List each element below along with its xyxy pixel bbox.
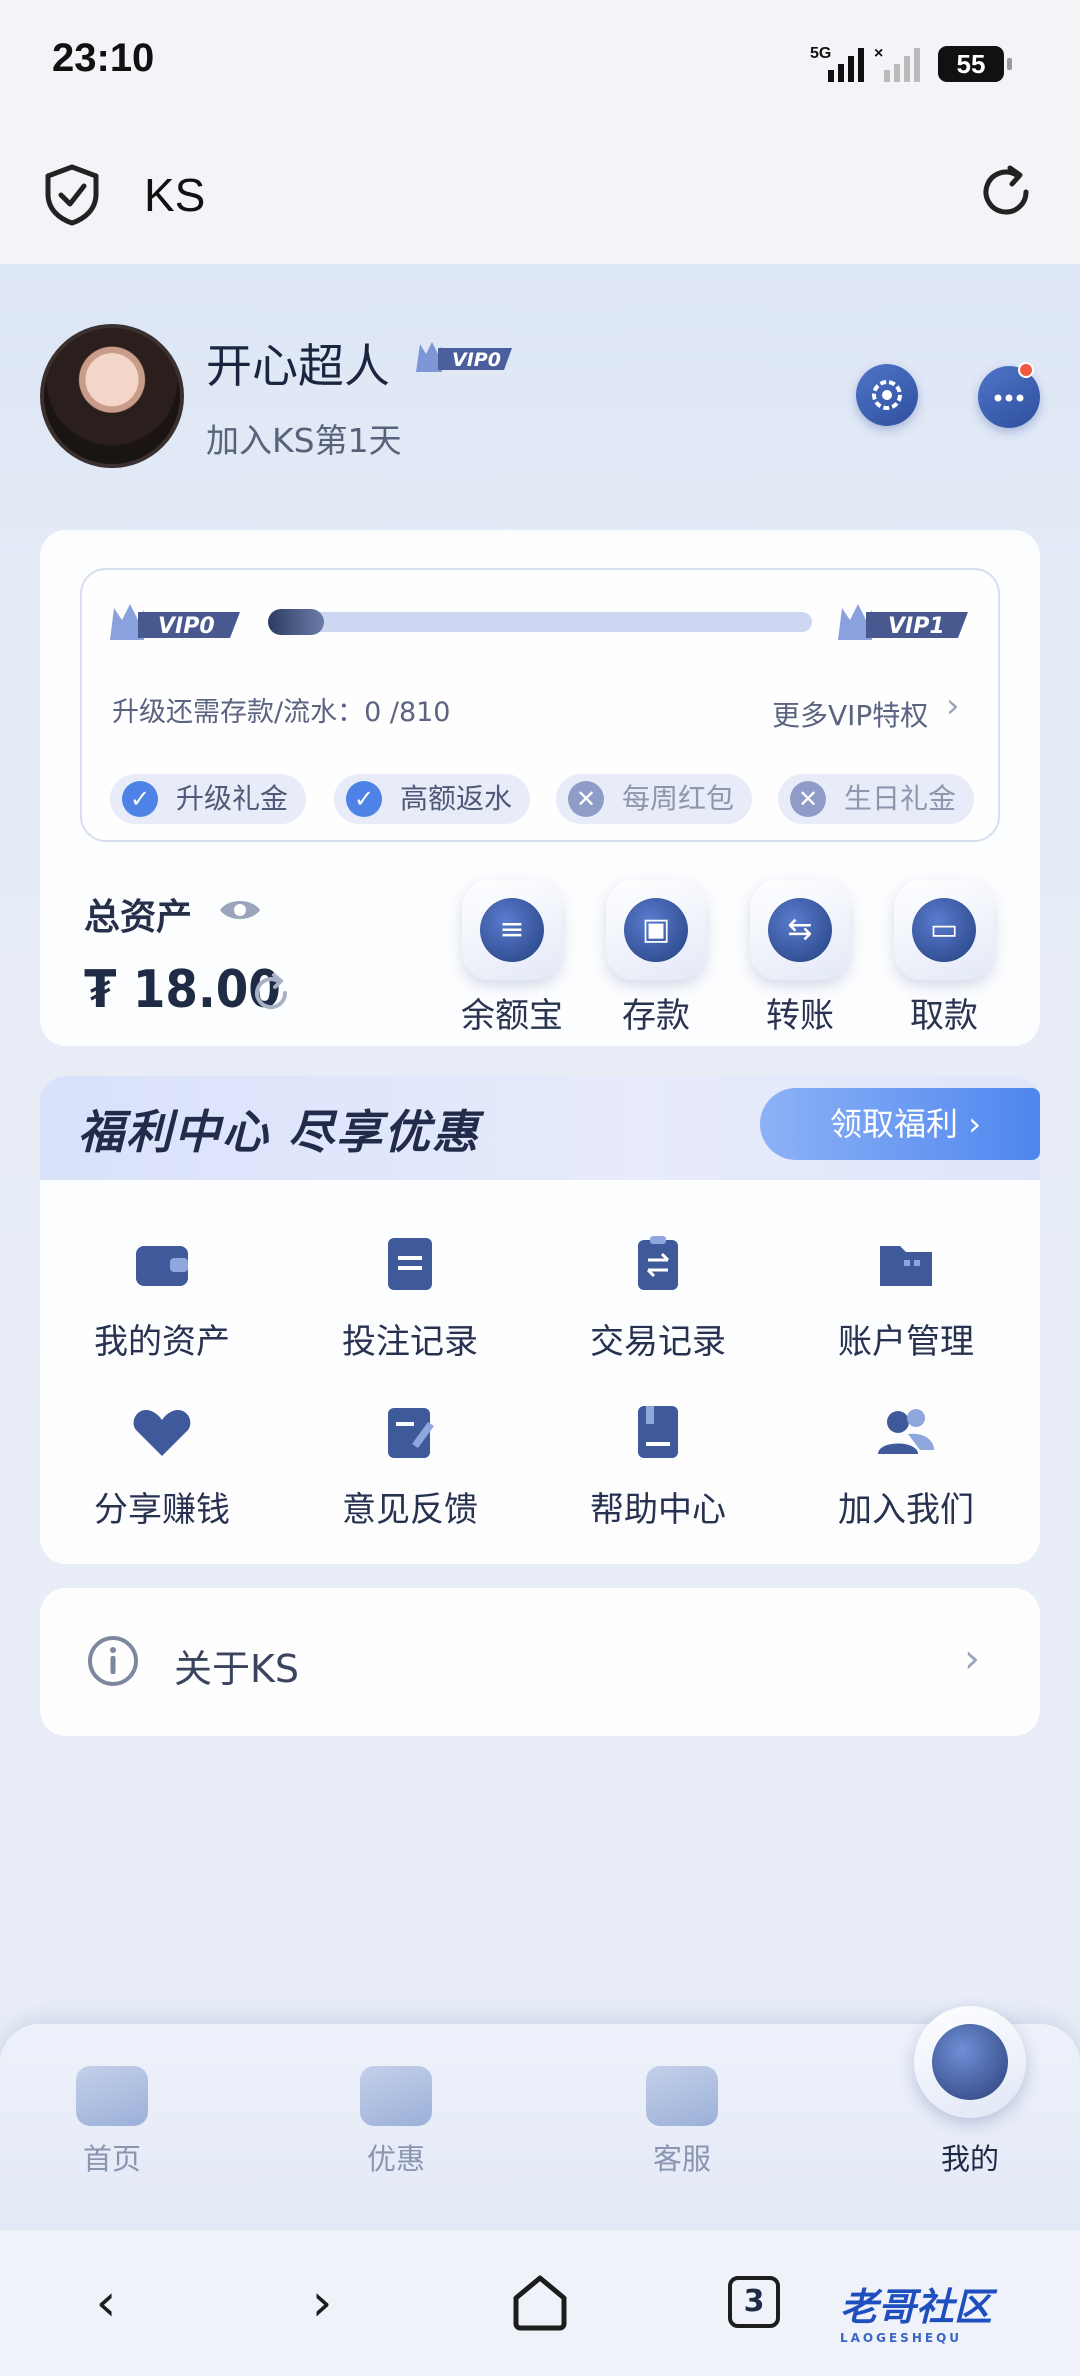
- chevron-right-icon: ›: [964, 1636, 980, 1682]
- refresh-icon[interactable]: [976, 162, 1036, 222]
- check-icon: ✓: [346, 781, 382, 817]
- bet-record-icon: [388, 1238, 432, 1290]
- perk-weekly-redpacket: ✕ 每周红包: [556, 774, 753, 824]
- about-label: 关于KS: [174, 1647, 300, 1691]
- perk-birthday-gift: ✕ 生日礼金: [778, 774, 975, 824]
- shield-check-icon[interactable]: [44, 164, 100, 226]
- coin-stack-icon: ≡: [462, 880, 562, 980]
- perk-upgrade-gift: ✓ 升级礼金: [110, 774, 307, 824]
- tab-promotions[interactable]: 优惠: [326, 2066, 466, 2178]
- grid-bet-records[interactable]: 投注记录: [300, 1232, 520, 1363]
- transaction-record-icon: [638, 1236, 678, 1290]
- info-icon: [88, 1636, 138, 1686]
- grid-help-center[interactable]: 帮助中心: [548, 1400, 768, 1531]
- grid-share-earn[interactable]: 分享赚钱: [52, 1400, 272, 1531]
- svg-text:VIP0: VIP0: [452, 349, 501, 371]
- svg-text:VIP1: VIP1: [888, 614, 945, 639]
- home-nav-icon[interactable]: [508, 2270, 572, 2334]
- username: 开心超人: [206, 339, 390, 393]
- user-icon[interactable]: [914, 2006, 1026, 2118]
- currency-symbol: ₮: [84, 960, 117, 1020]
- grid-my-assets[interactable]: 我的资产: [52, 1232, 272, 1363]
- folder-icon: [880, 1246, 932, 1286]
- discount-ticket-icon: [360, 2066, 432, 2126]
- more-vip-privileges-link[interactable]: 更多VIP特权: [772, 694, 928, 734]
- action-withdraw[interactable]: ▭ 取款: [884, 880, 1004, 1037]
- forward-arrow-icon[interactable]: ›: [282, 2268, 362, 2338]
- action-deposit[interactable]: ▣ 存款: [596, 880, 716, 1037]
- back-arrow-icon[interactable]: ‹: [66, 2268, 146, 2338]
- status-time: 23:10: [52, 36, 155, 80]
- tab-mine[interactable]: 我的: [900, 2126, 1040, 2178]
- open-tabs-button[interactable]: 3: [728, 2276, 780, 2328]
- perk-rebate: ✓ 高额返水: [334, 774, 531, 824]
- grid-account-management[interactable]: 账户管理: [796, 1232, 1016, 1363]
- gear-icon: [872, 380, 902, 410]
- avatar[interactable]: [40, 324, 184, 468]
- claim-benefits-button[interactable]: 领取福利 ›: [760, 1088, 1040, 1160]
- action-transfer[interactable]: ⇆ 转账: [740, 880, 860, 1037]
- vip-progress-bar: [268, 609, 812, 635]
- total-assets-label: 总资产: [84, 897, 193, 938]
- unread-dot: [1018, 362, 1034, 378]
- grid-feedback[interactable]: 意见反馈: [300, 1400, 520, 1531]
- home-icon: [76, 2066, 148, 2126]
- settings-button[interactable]: [856, 364, 918, 426]
- wallet-icon: [136, 1246, 188, 1286]
- tab-home[interactable]: 首页: [42, 2066, 182, 2178]
- grid-transaction-records[interactable]: 交易记录: [548, 1232, 768, 1363]
- app-bar: KS: [0, 130, 1080, 264]
- deposit-wallet-icon: ▣: [606, 880, 706, 980]
- headset-icon: [646, 2066, 718, 2126]
- transfer-arrows-icon: ⇆: [750, 880, 850, 980]
- svg-text:×: ×: [874, 45, 883, 62]
- upgrade-requirement: 升级还需存款/流水：0 /810: [112, 697, 451, 728]
- watermark-logo: 老哥社区 LAOGESHEQU: [840, 2285, 993, 2345]
- vip-current-tag: VIP0: [110, 604, 240, 640]
- svg-text:VIP0: VIP0: [158, 614, 215, 639]
- reload-balance-icon[interactable]: [250, 972, 292, 1014]
- signal-sim2-icon: ×: [874, 45, 920, 82]
- people-icon: [878, 1409, 934, 1454]
- cross-icon: ✕: [790, 781, 826, 817]
- chevron-right-icon: ›: [946, 686, 960, 726]
- app-title: KS: [144, 169, 206, 221]
- svg-text:5G: 5G: [810, 45, 831, 62]
- grid-join-us[interactable]: 加入我们: [796, 1400, 1016, 1531]
- benefit-title: 福利中心 尽享优惠: [78, 1105, 481, 1159]
- feedback-edit-icon: [388, 1408, 434, 1458]
- handshake-icon: [133, 1410, 191, 1456]
- help-book-icon: [638, 1406, 678, 1458]
- vip-level-badge: VIP0: [416, 342, 512, 372]
- progress-runner-knob: [268, 609, 324, 635]
- eye-visibility-icon[interactable]: [218, 896, 262, 924]
- join-days: 加入KS第1天: [206, 421, 402, 460]
- cross-icon: ✕: [568, 781, 604, 817]
- check-icon: ✓: [122, 781, 158, 817]
- vip-next-tag: VIP1: [838, 604, 968, 640]
- about-ks-row[interactable]: 关于KS ›: [40, 1588, 1040, 1736]
- signal-5g-icon: 5G: [810, 45, 864, 82]
- status-bar: 23:10 5G × 55: [0, 0, 1080, 130]
- tab-customer-service[interactable]: 客服: [612, 2066, 752, 2178]
- action-yuebao[interactable]: ≡ 余额宝: [452, 880, 572, 1037]
- withdraw-card-icon: ▭: [894, 880, 994, 980]
- battery-indicator: 55: [938, 46, 1012, 82]
